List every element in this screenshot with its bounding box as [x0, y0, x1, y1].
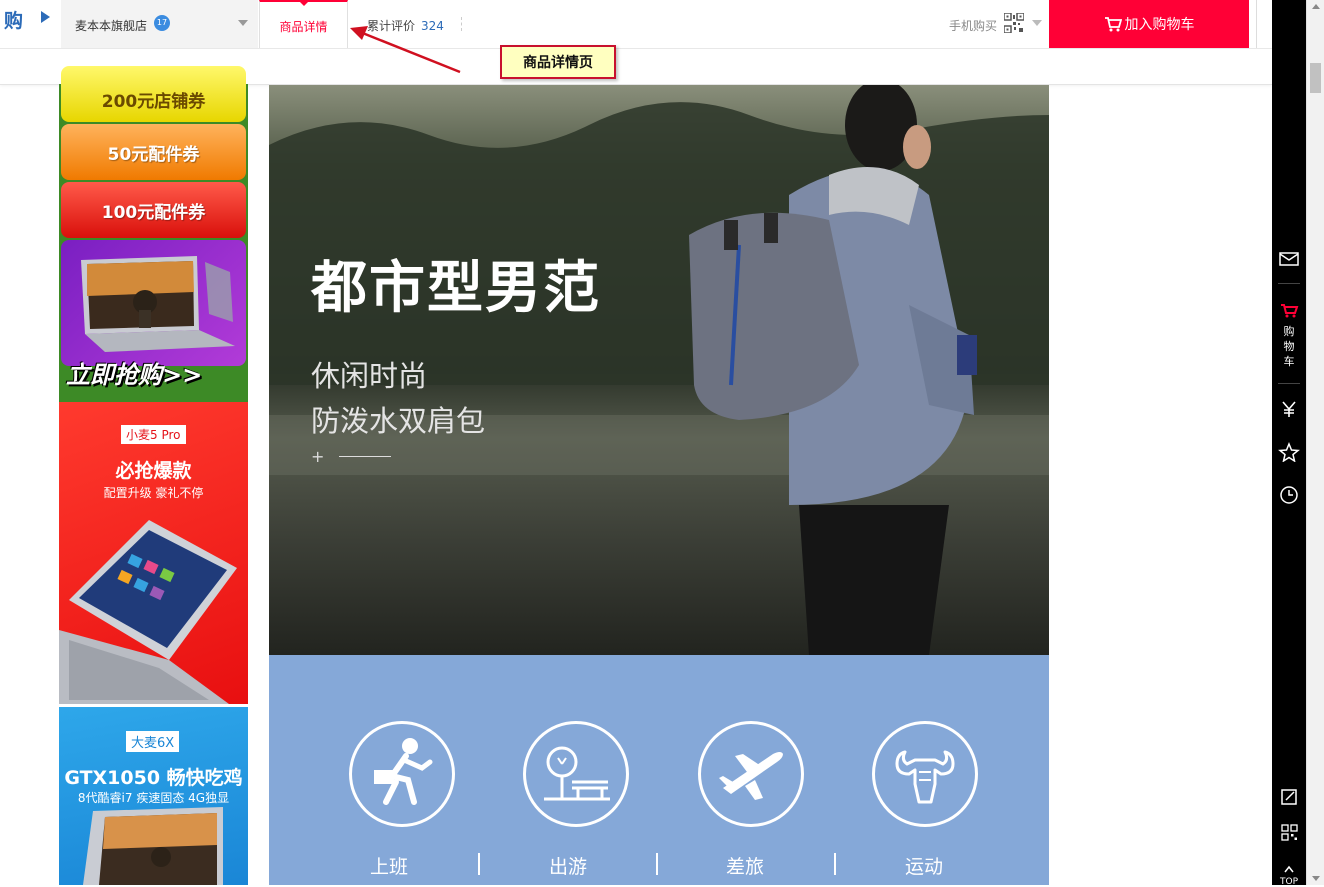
- scene-separator: [478, 853, 480, 875]
- back-to-top-button[interactable]: TOP: [1272, 858, 1306, 887]
- scene-label-sports: 运动: [904, 856, 943, 878]
- toolbar-cart[interactable]: 购 物 车: [1272, 302, 1306, 369]
- shop-selector[interactable]: 麦本本旗舰店 17: [61, 0, 258, 48]
- toolbar-divider: [1278, 383, 1300, 384]
- shop-logo-glyph[interactable]: 购: [4, 6, 23, 33]
- promo2-subtitle: 配置升级 豪礼不停: [103, 486, 204, 500]
- promo3-title: GTX1050 畅快吃鸡: [64, 767, 243, 789]
- toolbar-cart-char: 物: [1283, 340, 1295, 353]
- scene-label-business-trip: 差旅: [725, 856, 764, 878]
- airplane-icon: [698, 721, 804, 827]
- back-to-top-label: TOP: [1279, 877, 1298, 887]
- usage-scenes-band: 上班 出游 差旅 运动: [269, 655, 1049, 885]
- toolbar-cart-char: 购: [1283, 325, 1295, 338]
- star-icon[interactable]: [1272, 442, 1306, 462]
- toolbar-cart-char: 车: [1283, 355, 1295, 368]
- tab-product-detail-label: 商品详情: [279, 20, 328, 34]
- promo-cta-text[interactable]: 立即抢购>>: [66, 355, 202, 390]
- chevron-down-icon[interactable]: [1032, 20, 1042, 26]
- hero-subline-2: 防泼水双肩包: [311, 404, 486, 438]
- promo-banner-laptop[interactable]: [61, 240, 246, 366]
- laptop-image: [83, 807, 223, 885]
- hero-subline-1: 休闲时尚: [311, 359, 428, 393]
- toolbar-divider: [1278, 283, 1300, 284]
- promo2-title: 必抢爆款: [115, 460, 192, 482]
- history-icon[interactable]: [1272, 485, 1306, 505]
- laptop-image: [81, 256, 235, 352]
- add-to-cart-button[interactable]: 加入购物车: [1049, 0, 1249, 48]
- message-icon[interactable]: [1272, 250, 1306, 268]
- feedback-edit-icon[interactable]: [1272, 787, 1306, 807]
- coupon-50[interactable]: 50元配件券: [61, 124, 246, 180]
- page-scrollbar[interactable]: [1306, 0, 1324, 885]
- scroll-down-arrow-icon[interactable]: [1312, 876, 1320, 881]
- callout-arrow: [350, 26, 461, 74]
- scene-separator: [656, 853, 658, 875]
- scene-separator: [834, 853, 836, 875]
- plus-icon: +: [311, 447, 325, 466]
- yen-icon[interactable]: [1272, 399, 1306, 419]
- hero-headline: 都市型男范: [311, 256, 601, 321]
- tab-product-detail[interactable]: 商品详情: [259, 0, 348, 48]
- qr-code-icon[interactable]: [1004, 13, 1024, 33]
- coupon-200[interactable]: 200元店铺券: [61, 66, 246, 122]
- promo3-subtitle: 8代酷睿i7 疾速固态 4G独显: [77, 791, 230, 805]
- cart-icon: [1104, 17, 1122, 32]
- active-tab-marker: [300, 2, 308, 6]
- chevron-up-icon: [1284, 865, 1294, 873]
- hero-decorative-line: [339, 456, 391, 457]
- scroll-thumb[interactable]: [1310, 63, 1321, 93]
- coupon-100-label: 100元配件券: [101, 202, 206, 223]
- mobile-buy-label[interactable]: 手机购买: [949, 17, 997, 34]
- scene-label-outing: 出游: [548, 856, 587, 878]
- play-arrow-icon[interactable]: [41, 11, 50, 23]
- chevron-down-icon[interactable]: [238, 20, 248, 26]
- cart-icon: [1281, 304, 1299, 318]
- promo-banner-damai[interactable]: 大麦6X GTX1050 畅快吃鸡 8代酷睿i7 疾速固态 4G独显: [59, 707, 248, 885]
- coupon-200-label: 200元店铺券: [101, 92, 206, 112]
- coupon-50-label: 50元配件券: [107, 144, 200, 165]
- hero-banner: 都市型男范 休闲时尚 防泼水双肩包 +: [269, 85, 1049, 655]
- shop-badge: 17: [154, 15, 170, 31]
- park-bench-icon: [523, 721, 629, 827]
- qr-code-icon[interactable]: [1272, 823, 1306, 843]
- add-to-cart-label: 加入购物车: [1124, 17, 1195, 33]
- scroll-up-arrow-icon[interactable]: [1312, 4, 1320, 9]
- topbar-edge-line: [1256, 0, 1257, 48]
- muscle-icon: [872, 721, 978, 827]
- shop-name[interactable]: 麦本本旗舰店: [75, 17, 147, 34]
- coupon-100[interactable]: 100元配件券: [61, 182, 246, 238]
- commute-icon: [349, 721, 455, 827]
- right-toolbar: 购 物 车 TOP: [1272, 0, 1306, 887]
- promo-banner-xiaomai[interactable]: 小麦5 Pro 必抢爆款 配置升级 豪礼不停: [59, 402, 248, 704]
- topbar-divider: [0, 48, 1272, 49]
- scene-label-work: 上班: [369, 856, 408, 878]
- promo2-tag: 小麦5 Pro: [121, 425, 186, 444]
- laptop-image: [59, 520, 237, 704]
- promo3-tag: 大麦6X: [126, 731, 180, 752]
- callout-note: 商品详情页: [500, 45, 616, 79]
